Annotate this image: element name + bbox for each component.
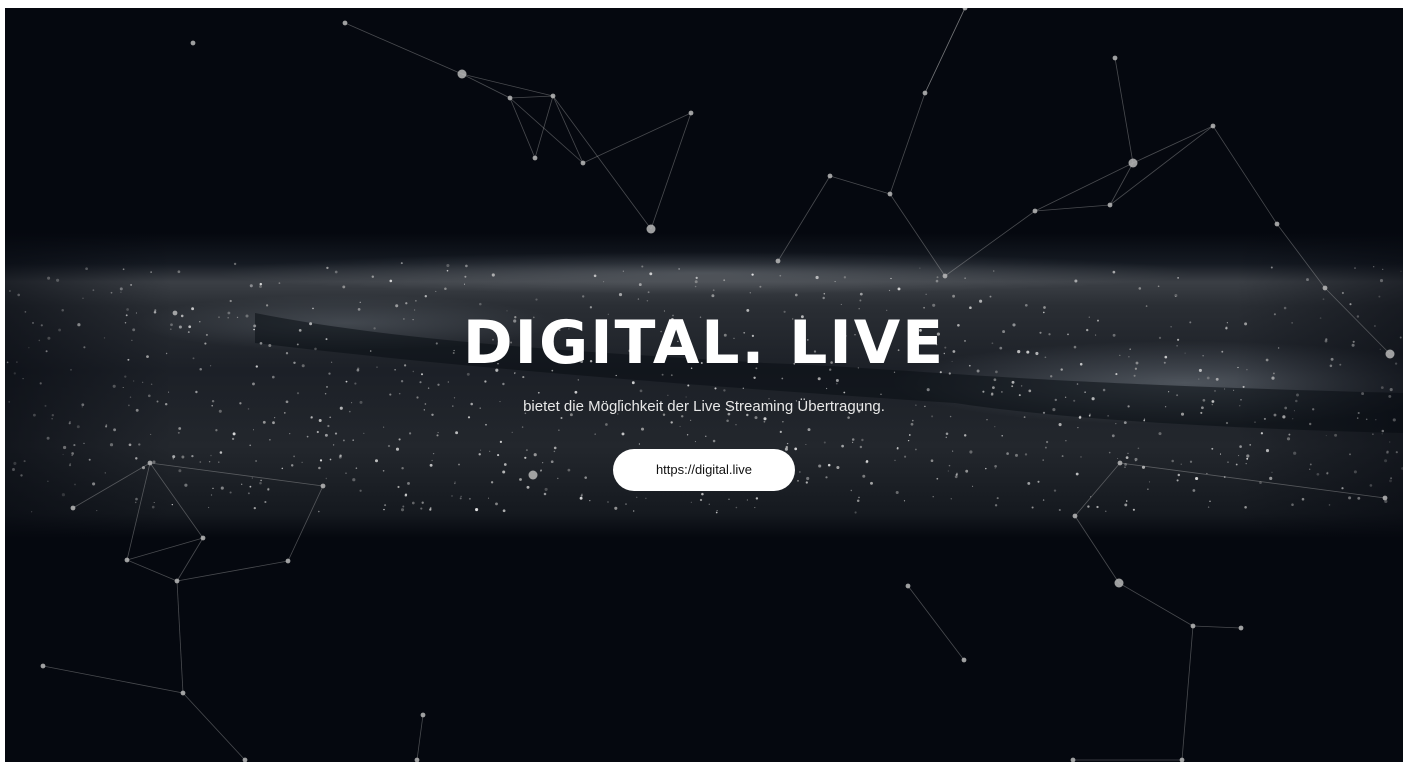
hero-title: DIGITAL. LIVE: [462, 308, 946, 378]
hero-banner: DIGITAL. LIVE bietet die Möglichkeit der…: [5, 8, 1403, 762]
hero-content: DIGITAL. LIVE bietet die Möglichkeit der…: [5, 8, 1403, 762]
website-link-button[interactable]: https://digital.live: [613, 449, 795, 491]
hero-subtitle: bietet die Möglichkeit der Live Streamin…: [523, 398, 885, 415]
